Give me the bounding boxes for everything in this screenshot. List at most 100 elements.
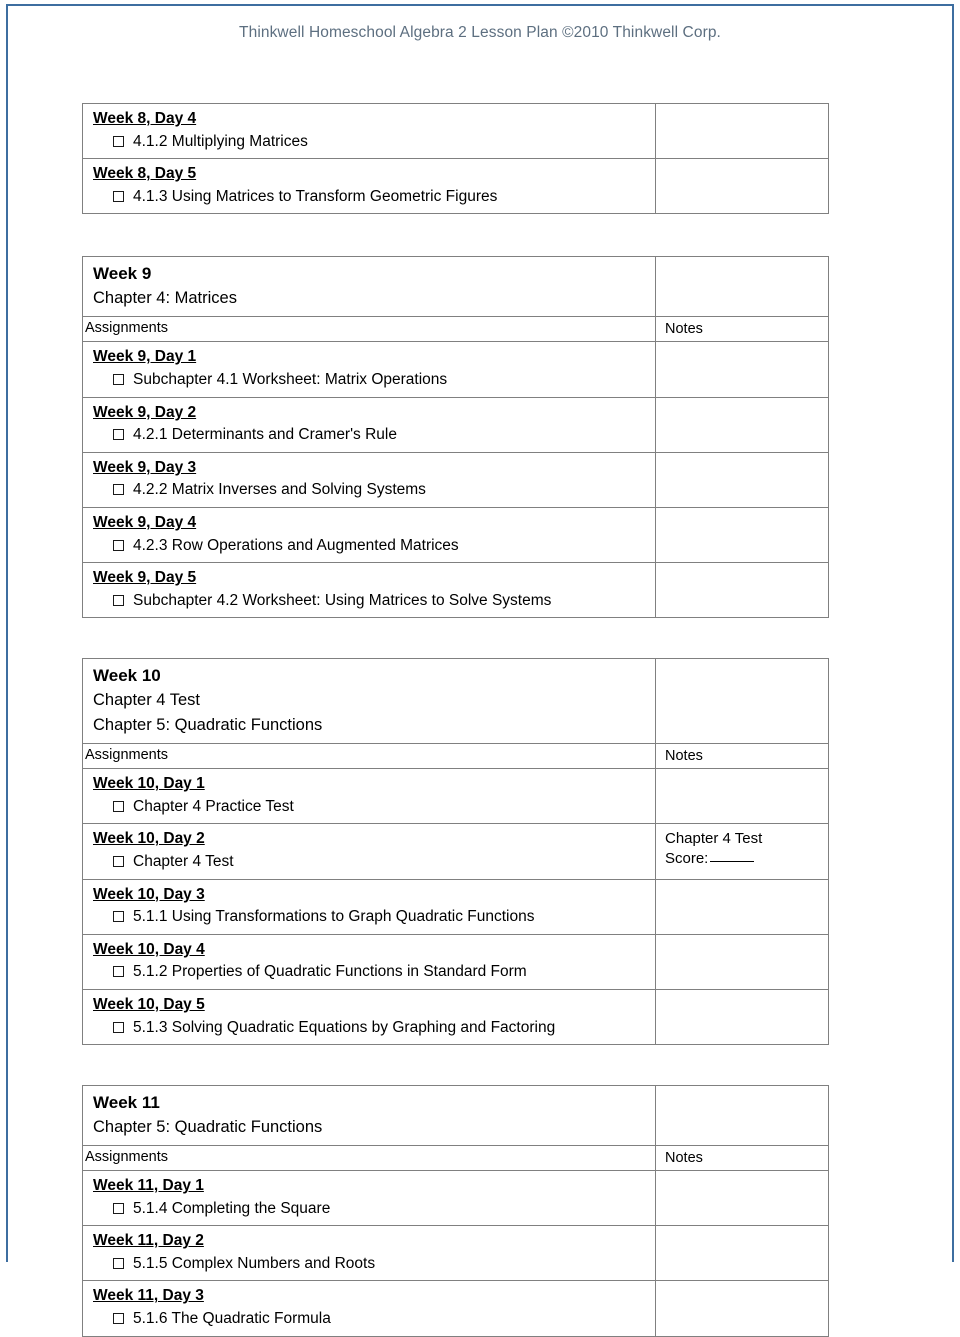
day-row: Week 9, Day 3 4.2.2 Matrix Inverses and S… — [82, 451, 829, 508]
task-label: 4.2.2 Matrix Inverses and Solving System… — [133, 481, 426, 499]
checkbox-unchecked-icon[interactable] — [113, 966, 124, 978]
checkbox-unchecked-icon[interactable] — [113, 594, 124, 606]
task-label: 4.1.3 Using Matrices to Transform Geomet… — [133, 187, 498, 205]
day-assignment-cell: Week 10, Day 4 5.1.2 Properties of Quadra… — [82, 933, 656, 990]
day-label: Week 11, Day 1 — [93, 1177, 204, 1195]
checkbox-unchecked-icon[interactable] — [113, 856, 124, 868]
note-cell — [655, 1280, 829, 1337]
note-wrap — [656, 342, 828, 351]
table-spacer — [82, 618, 828, 658]
task-line[interactable]: 5.1.3 Solving Quadratic Equations by Gra… — [91, 1016, 655, 1040]
task-line[interactable]: 4.1.3 Using Matrices to Transform Geomet… — [91, 185, 655, 209]
checkbox-unchecked-icon[interactable] — [113, 911, 124, 923]
task-label: 4.2.3 Row Operations and Augmented Matri… — [133, 536, 459, 554]
checkbox-unchecked-icon[interactable] — [113, 429, 124, 441]
note-cell: Chapter 4 Test Score: — [655, 823, 829, 880]
note-cell — [655, 158, 829, 215]
note-line: Chapter 4 Test — [665, 830, 763, 848]
week-title-cell: Week 11 Chapter 5: Quadratic Functions — [82, 1085, 656, 1146]
column-header-row: Assignments Notes — [82, 742, 829, 770]
day-label: Week 9, Day 5 — [93, 569, 197, 587]
task-line[interactable]: 4.2.3 Row Operations and Augmented Matri… — [91, 534, 655, 558]
score-blank-field[interactable] — [710, 849, 755, 863]
checkbox-unchecked-icon[interactable] — [113, 135, 124, 147]
checkbox-unchecked-icon[interactable] — [113, 374, 124, 386]
day-label: Week 8, Day 4 — [93, 110, 197, 127]
note-wrap — [656, 990, 828, 999]
day-assignment-cell: Week 11, Day 2 5.1.5 Complex Numbers and … — [82, 1225, 656, 1282]
task-line[interactable]: Subchapter 4.1 Worksheet: Matrix Operati… — [91, 368, 655, 392]
checkbox-unchecked-icon[interactable] — [113, 800, 124, 812]
day-wrap: Week 9, Day 2 4.2.1 Determinants and Cram… — [83, 398, 655, 452]
day-label-wrap: Week 9, Day 3 — [91, 456, 655, 479]
day-label-wrap: Week 10, Day 1 — [91, 772, 655, 795]
notes-label: Notes — [665, 1149, 703, 1166]
day-assignment-cell: Week 8, Day 4 4.1.2 Multiplying Matrices — [82, 102, 656, 160]
note-wrap — [656, 398, 828, 407]
task-line[interactable]: 5.1.2 Properties of Quadratic Functions … — [91, 960, 655, 984]
checkbox-unchecked-icon[interactable] — [113, 484, 124, 496]
assignments-label: Assignments — [85, 319, 169, 336]
week-table-week-8-continued: Week 8, Day 4 4.1.2 Multiplying Matrices W… — [82, 102, 829, 215]
task-label: 5.1.2 Properties of Quadratic Functions … — [133, 963, 527, 981]
week-title-wrap: Week 10 Chapter 4 Test Chapter 5: Quadrati… — [83, 659, 655, 742]
task-line[interactable]: 5.1.6 The Quadratic Formula — [91, 1307, 655, 1331]
checkbox-unchecked-icon[interactable] — [113, 1021, 124, 1033]
task-line[interactable]: 4.2.2 Matrix Inverses and Solving System… — [91, 478, 655, 502]
assignments-header-cell: Assignments — [82, 315, 656, 343]
note-score-label: Score: — [665, 850, 709, 868]
week-table-week-9: Week 9 Chapter 4: Matrices Assignments Note… — [82, 256, 829, 619]
column-header-row: Assignments Notes — [82, 1144, 829, 1172]
week-title-note-cell — [655, 658, 829, 744]
task-line[interactable]: 4.2.1 Determinants and Cramer's Rule — [91, 423, 655, 447]
day-wrap: Week 10, Day 2 Chapter 4 Test — [83, 824, 655, 878]
day-wrap: Week 9, Day 4 4.2.3 Row Operations and Au… — [83, 508, 655, 562]
checkbox-unchecked-icon[interactable] — [113, 1313, 124, 1325]
note-cell — [655, 933, 829, 990]
day-label: Week 10, Day 1 — [93, 775, 205, 793]
day-row: Week 11, Day 2 5.1.5 Complex Numbers and … — [82, 1225, 829, 1282]
task-line[interactable]: Subchapter 4.2 Worksheet: Using Matrices… — [91, 589, 655, 613]
task-line[interactable]: 5.1.1 Using Transformations to Graph Qua… — [91, 905, 655, 929]
note-cell — [655, 562, 829, 619]
day-row: Week 11, Day 1 5.1.4 Completing the Squar… — [82, 1170, 829, 1227]
note-cell — [655, 451, 829, 508]
note-wrap — [656, 880, 828, 889]
day-label-wrap: Week 10, Day 4 — [91, 938, 655, 961]
task-line[interactable]: Chapter 4 Practice Test — [91, 795, 655, 819]
checkbox-unchecked-icon[interactable] — [113, 539, 124, 551]
day-label-wrap: Week 11, Day 1 — [91, 1174, 655, 1197]
day-label: Week 8, Day 5 — [93, 165, 197, 183]
note-wrap — [656, 563, 828, 572]
task-label: 4.2.1 Determinants and Cramer's Rule — [133, 426, 397, 444]
note-cell — [655, 1170, 829, 1227]
lesson-plan-content: Week 8, Day 4 4.1.2 Multiplying Matrices W… — [82, 102, 829, 1337]
week-title: Week 11 — [93, 1093, 160, 1113]
day-label: Week 9, Day 3 — [93, 458, 197, 476]
day-label: Week 10, Day 2 — [93, 830, 205, 848]
task-label: 5.1.4 Completing the Square — [133, 1199, 331, 1217]
note-cell — [655, 102, 829, 160]
week-title-wrap: Week 11 Chapter 5: Quadratic Functions — [83, 1086, 655, 1145]
day-row: Week 10, Day 2 Chapter 4 Test Chapter 4 Te… — [82, 823, 829, 880]
day-assignment-cell: Week 9, Day 2 4.2.1 Determinants and Cram… — [82, 396, 656, 453]
task-line[interactable]: 5.1.4 Completing the Square — [91, 1197, 655, 1221]
lesson-plan-tables: Week 8, Day 4 4.1.2 Multiplying Matrices W… — [82, 102, 829, 1337]
task-line[interactable]: Chapter 4 Test — [91, 850, 655, 874]
task-line[interactable]: 5.1.5 Complex Numbers and Roots — [91, 1252, 655, 1276]
note-cell — [655, 1225, 829, 1282]
notes-label: Notes — [665, 747, 703, 764]
week-title-note-cell — [655, 1085, 829, 1146]
checkbox-unchecked-icon[interactable] — [113, 1258, 124, 1270]
note-wrap: Chapter 4 Test Score: — [656, 824, 828, 873]
checkbox-unchecked-icon[interactable] — [113, 190, 124, 202]
note-wrap — [656, 1171, 828, 1180]
checkbox-unchecked-icon[interactable] — [113, 1202, 124, 1214]
day-assignment-cell: Week 9, Day 3 4.2.2 Matrix Inverses and S… — [82, 451, 656, 508]
day-label-wrap: Week 8, Day 5 — [91, 162, 655, 185]
note-wrap — [656, 159, 828, 168]
week-title: Week 9 — [93, 264, 152, 284]
week-title-cell: Week 10 Chapter 4 Test Chapter 5: Quadrati… — [82, 658, 656, 744]
week-subtitle: Chapter 5: Quadratic Functions — [93, 715, 323, 734]
task-line[interactable]: 4.1.2 Multiplying Matrices — [91, 130, 655, 154]
